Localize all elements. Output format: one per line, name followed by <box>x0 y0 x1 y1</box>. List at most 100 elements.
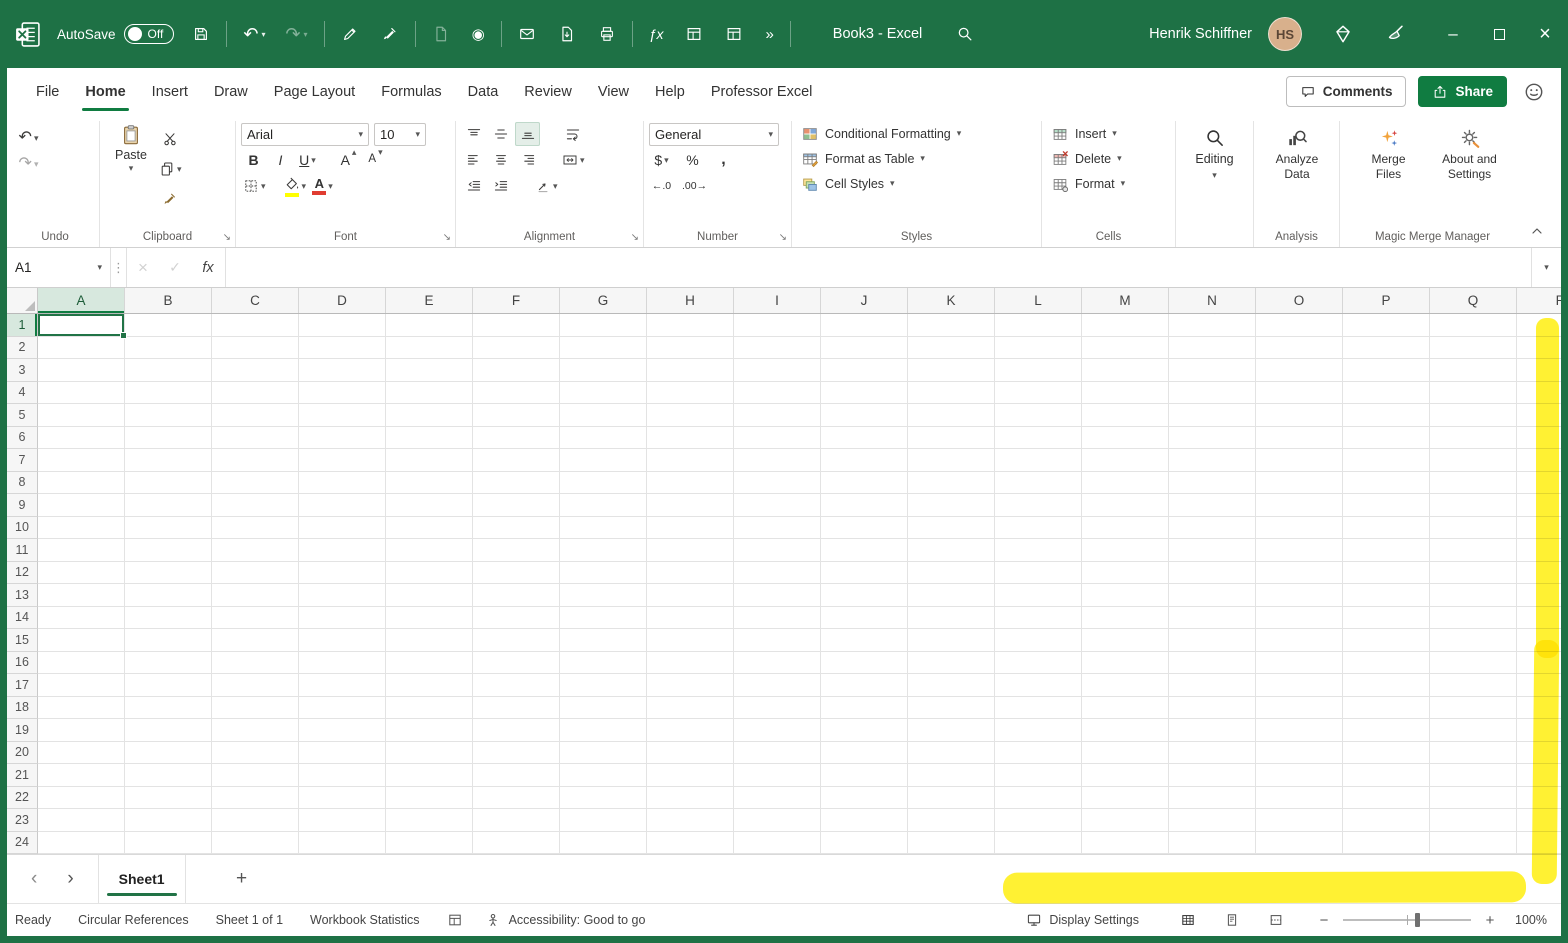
cell-M8[interactable] <box>1082 471 1169 494</box>
cell-L12[interactable] <box>995 561 1082 584</box>
cell-Q12[interactable] <box>1430 561 1517 584</box>
cell-J6[interactable] <box>821 426 908 449</box>
cell-G3[interactable] <box>560 359 647 382</box>
tab-home[interactable]: Home <box>72 68 138 115</box>
cell-E3[interactable] <box>386 359 473 382</box>
cell-F19[interactable] <box>473 719 560 742</box>
cell-B15[interactable] <box>125 629 212 652</box>
column-header-L[interactable]: L <box>995 288 1082 313</box>
cell-A6[interactable] <box>38 426 125 449</box>
cell-Q2[interactable] <box>1430 336 1517 359</box>
cell-L11[interactable] <box>995 539 1082 562</box>
cell-C24[interactable] <box>212 831 299 854</box>
cell-D13[interactable] <box>299 584 386 607</box>
merge-files-button[interactable]: Merge Files <box>1354 123 1424 223</box>
cell-D5[interactable] <box>299 404 386 427</box>
record-macro-button[interactable]: ◉ <box>468 21 489 47</box>
print-button[interactable] <box>594 21 620 47</box>
cell-G17[interactable] <box>560 674 647 697</box>
cell-Q23[interactable] <box>1430 809 1517 832</box>
redo-button[interactable]: ↷ ▾ <box>281 21 311 47</box>
cell-L17[interactable] <box>995 674 1082 697</box>
cell-C19[interactable] <box>212 719 299 742</box>
cell-N20[interactable] <box>1169 741 1256 764</box>
cell-O6[interactable] <box>1256 426 1343 449</box>
cell-O17[interactable] <box>1256 674 1343 697</box>
alignment-dialog-launcher[interactable]: ↘ <box>631 233 639 243</box>
cell-N18[interactable] <box>1169 696 1256 719</box>
cell-L4[interactable] <box>995 381 1082 404</box>
cell-H16[interactable] <box>647 651 734 674</box>
cell-H10[interactable] <box>647 516 734 539</box>
cell-O13[interactable] <box>1256 584 1343 607</box>
cell-C14[interactable] <box>212 606 299 629</box>
cell-N3[interactable] <box>1169 359 1256 382</box>
cell-O1[interactable] <box>1256 314 1343 337</box>
cell-G21[interactable] <box>560 764 647 787</box>
enter-button[interactable]: ✓ <box>159 248 191 287</box>
cell-I17[interactable] <box>734 674 821 697</box>
cell-D14[interactable] <box>299 606 386 629</box>
cell-B22[interactable] <box>125 786 212 809</box>
cell-M14[interactable] <box>1082 606 1169 629</box>
zoom-slider[interactable] <box>1343 913 1471 927</box>
cell-J3[interactable] <box>821 359 908 382</box>
cell-K17[interactable] <box>908 674 995 697</box>
redo-ribbon-button[interactable]: ↷ ▾ <box>16 152 41 176</box>
cell-N15[interactable] <box>1169 629 1256 652</box>
tab-draw[interactable]: Draw <box>201 68 261 115</box>
cell-N13[interactable] <box>1169 584 1256 607</box>
cell-I7[interactable] <box>734 449 821 472</box>
cell-A11[interactable] <box>38 539 125 562</box>
number-format-select[interactable]: General ▾ <box>649 122 779 146</box>
column-header-P[interactable]: P <box>1343 288 1430 313</box>
cell-H4[interactable] <box>647 381 734 404</box>
export-pdf-button[interactable] <box>554 21 580 47</box>
cell-N1[interactable] <box>1169 314 1256 337</box>
cell-R13[interactable] <box>1517 584 1561 607</box>
cell-G18[interactable] <box>560 696 647 719</box>
paste-button[interactable]: Paste ▾ <box>105 121 157 223</box>
cell-I4[interactable] <box>734 381 821 404</box>
cell-R23[interactable] <box>1517 809 1561 832</box>
cell-D6[interactable] <box>299 426 386 449</box>
cell-M22[interactable] <box>1082 786 1169 809</box>
cell-O19[interactable] <box>1256 719 1343 742</box>
cell-J19[interactable] <box>821 719 908 742</box>
cell-F5[interactable] <box>473 404 560 427</box>
column-header-E[interactable]: E <box>386 288 473 313</box>
increase-indent-button[interactable] <box>488 174 513 198</box>
cell-O24[interactable] <box>1256 831 1343 854</box>
about-settings-button[interactable]: About and Settings <box>1428 123 1512 223</box>
cell-O11[interactable] <box>1256 539 1343 562</box>
font-name-select[interactable]: Arial ▾ <box>241 122 369 146</box>
undo-ribbon-button[interactable]: ↶ ▾ <box>16 126 41 150</box>
cell-K9[interactable] <box>908 494 995 517</box>
cell-L15[interactable] <box>995 629 1082 652</box>
minimize-button[interactable]: – <box>1430 0 1476 68</box>
cell-F15[interactable] <box>473 629 560 652</box>
cell-B2[interactable] <box>125 336 212 359</box>
cell-I18[interactable] <box>734 696 821 719</box>
cell-A9[interactable] <box>38 494 125 517</box>
insert-cells-button[interactable]: Insert ▾ <box>1047 121 1170 146</box>
cell-N22[interactable] <box>1169 786 1256 809</box>
row-header-16[interactable]: 16 <box>7 651 38 674</box>
cell-C20[interactable] <box>212 741 299 764</box>
cut-button[interactable] <box>157 127 184 151</box>
cell-O20[interactable] <box>1256 741 1343 764</box>
cell-M16[interactable] <box>1082 651 1169 674</box>
cell-M3[interactable] <box>1082 359 1169 382</box>
cell-Q24[interactable] <box>1430 831 1517 854</box>
cell-N10[interactable] <box>1169 516 1256 539</box>
cell-D22[interactable] <box>299 786 386 809</box>
cell-I1[interactable] <box>734 314 821 337</box>
collapse-ribbon-button[interactable] <box>1529 223 1545 239</box>
cell-G16[interactable] <box>560 651 647 674</box>
cell-F13[interactable] <box>473 584 560 607</box>
cell-F1[interactable] <box>473 314 560 337</box>
cell-B19[interactable] <box>125 719 212 742</box>
cell-C10[interactable] <box>212 516 299 539</box>
cell-G7[interactable] <box>560 449 647 472</box>
cell-D1[interactable] <box>299 314 386 337</box>
